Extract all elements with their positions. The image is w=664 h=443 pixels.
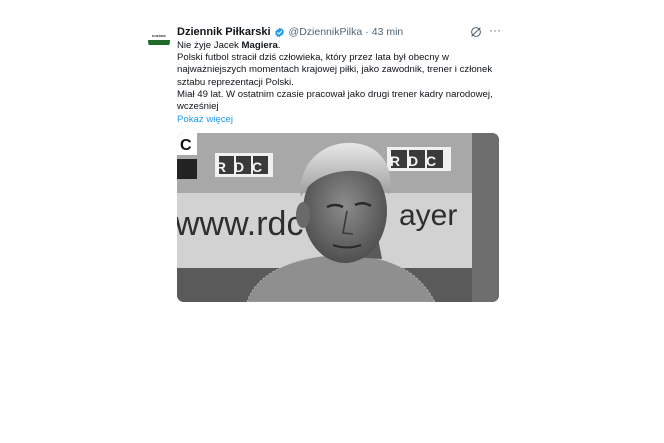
header-separator: ·	[365, 26, 369, 38]
tweet-text-line1: Nie żyje Jacek Magiera.	[177, 40, 507, 52]
tweet-text-para3: Miał 49 lat. W ostatnim czasie pracował …	[177, 88, 493, 113]
tweet-text-para2: Polski futbol stracił dziś człowieka, kt…	[177, 52, 493, 88]
show-more-link[interactable]: Pokaż więcej	[177, 114, 233, 125]
banner-left-text: www.rdc	[177, 205, 303, 243]
author-name[interactable]: Dziennik Piłkarski	[177, 26, 271, 38]
sign-left-text: RDC	[216, 159, 270, 175]
line1-prefix: Nie żyje Jacek	[177, 40, 242, 51]
line1-bold: Magiera	[241, 40, 278, 51]
avatar-logo-text: DZIENNIK	[151, 34, 167, 38]
tweet-timestamp[interactable]: 43 min	[372, 26, 404, 38]
verified-badge-icon	[274, 27, 284, 37]
tweet-header: Dziennik Piłkarski @DziennikPilka · 43 m…	[177, 25, 403, 39]
banner-right-text: ayer	[399, 199, 457, 232]
sign-right-text: RDC	[390, 153, 444, 169]
tweet-media-image[interactable]: RDC RDC www.rdc ayer C	[177, 133, 499, 302]
grok-icon[interactable]	[469, 25, 483, 39]
author-handle[interactable]: @DziennikPilka	[289, 26, 363, 38]
corner-logo-text: C	[180, 137, 192, 154]
avatar-logo-bar	[148, 40, 170, 45]
tweet-card[interactable]: DZIENNIK Dziennik Piłkarski @DziennikPil…	[145, 20, 515, 310]
more-icon[interactable]: ···	[487, 23, 503, 37]
tweet-text: Nie żyje Jacek Magiera. Polski futbol st…	[177, 40, 507, 113]
line1-suffix: .	[277, 40, 281, 51]
photo-illustration: RDC RDC www.rdc ayer C	[177, 133, 499, 302]
avatar[interactable]: DZIENNIK	[148, 30, 170, 52]
